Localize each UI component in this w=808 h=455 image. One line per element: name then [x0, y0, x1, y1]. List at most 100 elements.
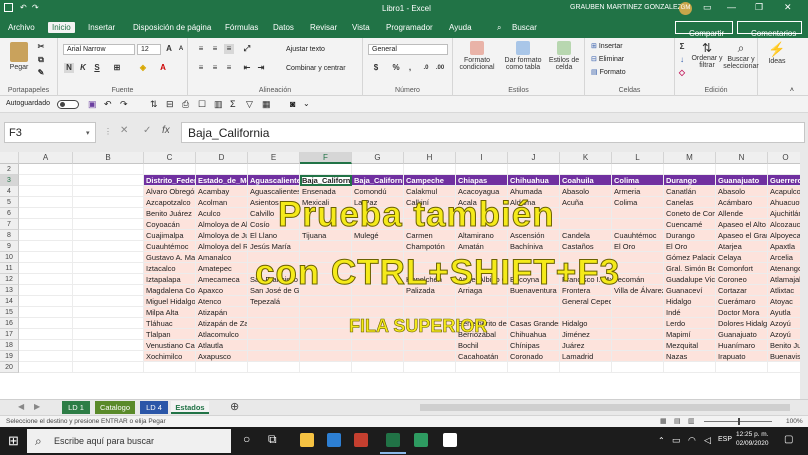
cell-d4[interactable]: Acambay: [196, 186, 248, 197]
increase-indent-icon[interactable]: ⇥: [256, 63, 266, 73]
cell-b3[interactable]: [73, 175, 144, 186]
cell-k2[interactable]: [560, 164, 612, 175]
cell-i18[interactable]: Bochil: [456, 340, 508, 351]
share-button[interactable]: Compartir: [675, 21, 733, 38]
cell-b6[interactable]: [73, 208, 144, 219]
insert-cells-button[interactable]: ⊞ Insertar: [591, 42, 623, 50]
borders-icon[interactable]: ⊞: [112, 63, 122, 73]
autosave-toggle[interactable]: [57, 100, 79, 109]
cell-a20[interactable]: [19, 362, 73, 373]
cell-k20[interactable]: [560, 362, 612, 373]
cell-b18[interactable]: [73, 340, 144, 351]
decrease-decimal-icon[interactable]: .00: [435, 63, 445, 73]
cell-m20[interactable]: [664, 362, 716, 373]
cortana-icon[interactable]: ○: [243, 432, 250, 446]
cell-o2[interactable]: [768, 164, 800, 175]
cell-j20[interactable]: [508, 362, 560, 373]
cell-h18[interactable]: [404, 340, 456, 351]
column-header-j[interactable]: J: [508, 152, 560, 164]
form-icon[interactable]: ☐: [198, 99, 206, 110]
conditional-format-button[interactable]: Formato condicional: [455, 41, 499, 71]
cell-c5[interactable]: Azcapotzalco: [144, 197, 196, 208]
chart-icon[interactable]: ▥: [214, 99, 223, 110]
tab-programador[interactable]: Programador: [386, 23, 433, 32]
cell-c10[interactable]: Gustavo A. Madero: [144, 252, 196, 263]
cell-n17[interactable]: Guanajuato: [716, 329, 768, 340]
cell-e14[interactable]: Tepezalá: [248, 296, 300, 307]
cell-o8[interactable]: Alpoyeca: [768, 230, 800, 241]
tab-ayuda[interactable]: Ayuda: [449, 23, 472, 32]
cell-c3[interactable]: Distrito_Federal: [144, 175, 196, 186]
wifi-icon[interactable]: ◠: [688, 435, 696, 446]
cell-a6[interactable]: [19, 208, 73, 219]
currency-icon[interactable]: $: [371, 63, 381, 73]
percent-icon[interactable]: %: [391, 63, 401, 73]
cell-o11[interactable]: Atenango: [768, 263, 800, 274]
camtasia-icon[interactable]: [443, 433, 457, 447]
row-header-18[interactable]: 18: [0, 340, 19, 351]
cell-m7[interactable]: Cuencamé: [664, 219, 716, 230]
cell-n9[interactable]: Atarjea: [716, 241, 768, 252]
align-top-icon[interactable]: ≡: [196, 44, 206, 54]
undo-icon[interactable]: ↶: [20, 3, 27, 12]
cell-o5[interactable]: Ahuacuotzingo: [768, 197, 800, 208]
align-right-icon[interactable]: ≡: [224, 63, 234, 73]
cell-b14[interactable]: [73, 296, 144, 307]
cell-k17[interactable]: Jiménez: [560, 329, 612, 340]
cell-c4[interactable]: Alvaro Obregón: [144, 186, 196, 197]
zoom-level[interactable]: 100%: [786, 416, 803, 427]
shrink-font-icon[interactable]: A: [176, 44, 186, 54]
cell-k4[interactable]: Abasolo: [560, 186, 612, 197]
find-select-button[interactable]: ⌕ Buscar y seleccionar: [723, 41, 759, 70]
column-header-a[interactable]: A: [19, 152, 73, 164]
cell-f2[interactable]: [300, 164, 352, 175]
fill-icon[interactable]: ↓: [677, 55, 687, 65]
column-header-c[interactable]: C: [144, 152, 196, 164]
cell-m10[interactable]: Gómez Palacio: [664, 252, 716, 263]
column-header-b[interactable]: B: [73, 152, 144, 164]
cell-l7[interactable]: [612, 219, 664, 230]
cell-k14[interactable]: General Cepeda: [560, 296, 612, 307]
row-header-6[interactable]: 6: [0, 208, 19, 219]
cell-c16[interactable]: Tláhuac: [144, 318, 196, 329]
cell-b16[interactable]: [73, 318, 144, 329]
ideas-button[interactable]: ⚡ Ideas: [762, 41, 792, 65]
cell-m18[interactable]: Mezquital: [664, 340, 716, 351]
cell-d8[interactable]: Almoloya de Juárez: [196, 230, 248, 241]
file-explorer-icon[interactable]: [300, 433, 314, 447]
sort-filter-button[interactable]: ⇅ Ordenar y filtrar: [691, 41, 723, 69]
cell-a5[interactable]: [19, 197, 73, 208]
row-header-3[interactable]: 3: [0, 175, 19, 186]
increase-decimal-icon[interactable]: .0: [421, 63, 431, 73]
cell-j2[interactable]: [508, 164, 560, 175]
taskbar-search[interactable]: ⌕ Escribe aquí para buscar: [27, 429, 231, 453]
next-sheet-icon[interactable]: ▶: [34, 402, 40, 411]
merge-center-button[interactable]: Combinar y centrar: [286, 65, 346, 72]
cell-b7[interactable]: [73, 219, 144, 230]
column-header-h[interactable]: H: [404, 152, 456, 164]
format-painter-icon[interactable]: ✎: [36, 68, 46, 78]
cell-l15[interactable]: [612, 307, 664, 318]
cell-c15[interactable]: Milpa Alta: [144, 307, 196, 318]
row-header-20[interactable]: 20: [0, 362, 19, 373]
column-header-m[interactable]: M: [664, 152, 716, 164]
cell-n18[interactable]: Huanímaro: [716, 340, 768, 351]
row-header-4[interactable]: 4: [0, 186, 19, 197]
cell-e3[interactable]: Aguascalientes: [248, 175, 300, 186]
cell-i3[interactable]: Chiapas: [456, 175, 508, 186]
tell-me-search[interactable]: Buscar: [512, 23, 537, 32]
tab-disposicion[interactable]: Disposición de página: [133, 23, 211, 32]
cell-j14[interactable]: [508, 296, 560, 307]
cell-o16[interactable]: Azoyú: [768, 318, 800, 329]
cell-n14[interactable]: Cuerámaro: [716, 296, 768, 307]
cell-a13[interactable]: [19, 285, 73, 296]
cell-n10[interactable]: Celaya: [716, 252, 768, 263]
tab-archivo[interactable]: Archivo: [8, 23, 35, 32]
cell-i2[interactable]: [456, 164, 508, 175]
cell-d18[interactable]: Atlautla: [196, 340, 248, 351]
cell-o3[interactable]: Guerrero: [768, 175, 800, 186]
cell-i19[interactable]: Cacahoatán: [456, 351, 508, 362]
cell-m12[interactable]: Guadalupe Victoria: [664, 274, 716, 285]
page-layout-icon[interactable]: ▤: [674, 416, 681, 427]
cell-j19[interactable]: Coronado: [508, 351, 560, 362]
